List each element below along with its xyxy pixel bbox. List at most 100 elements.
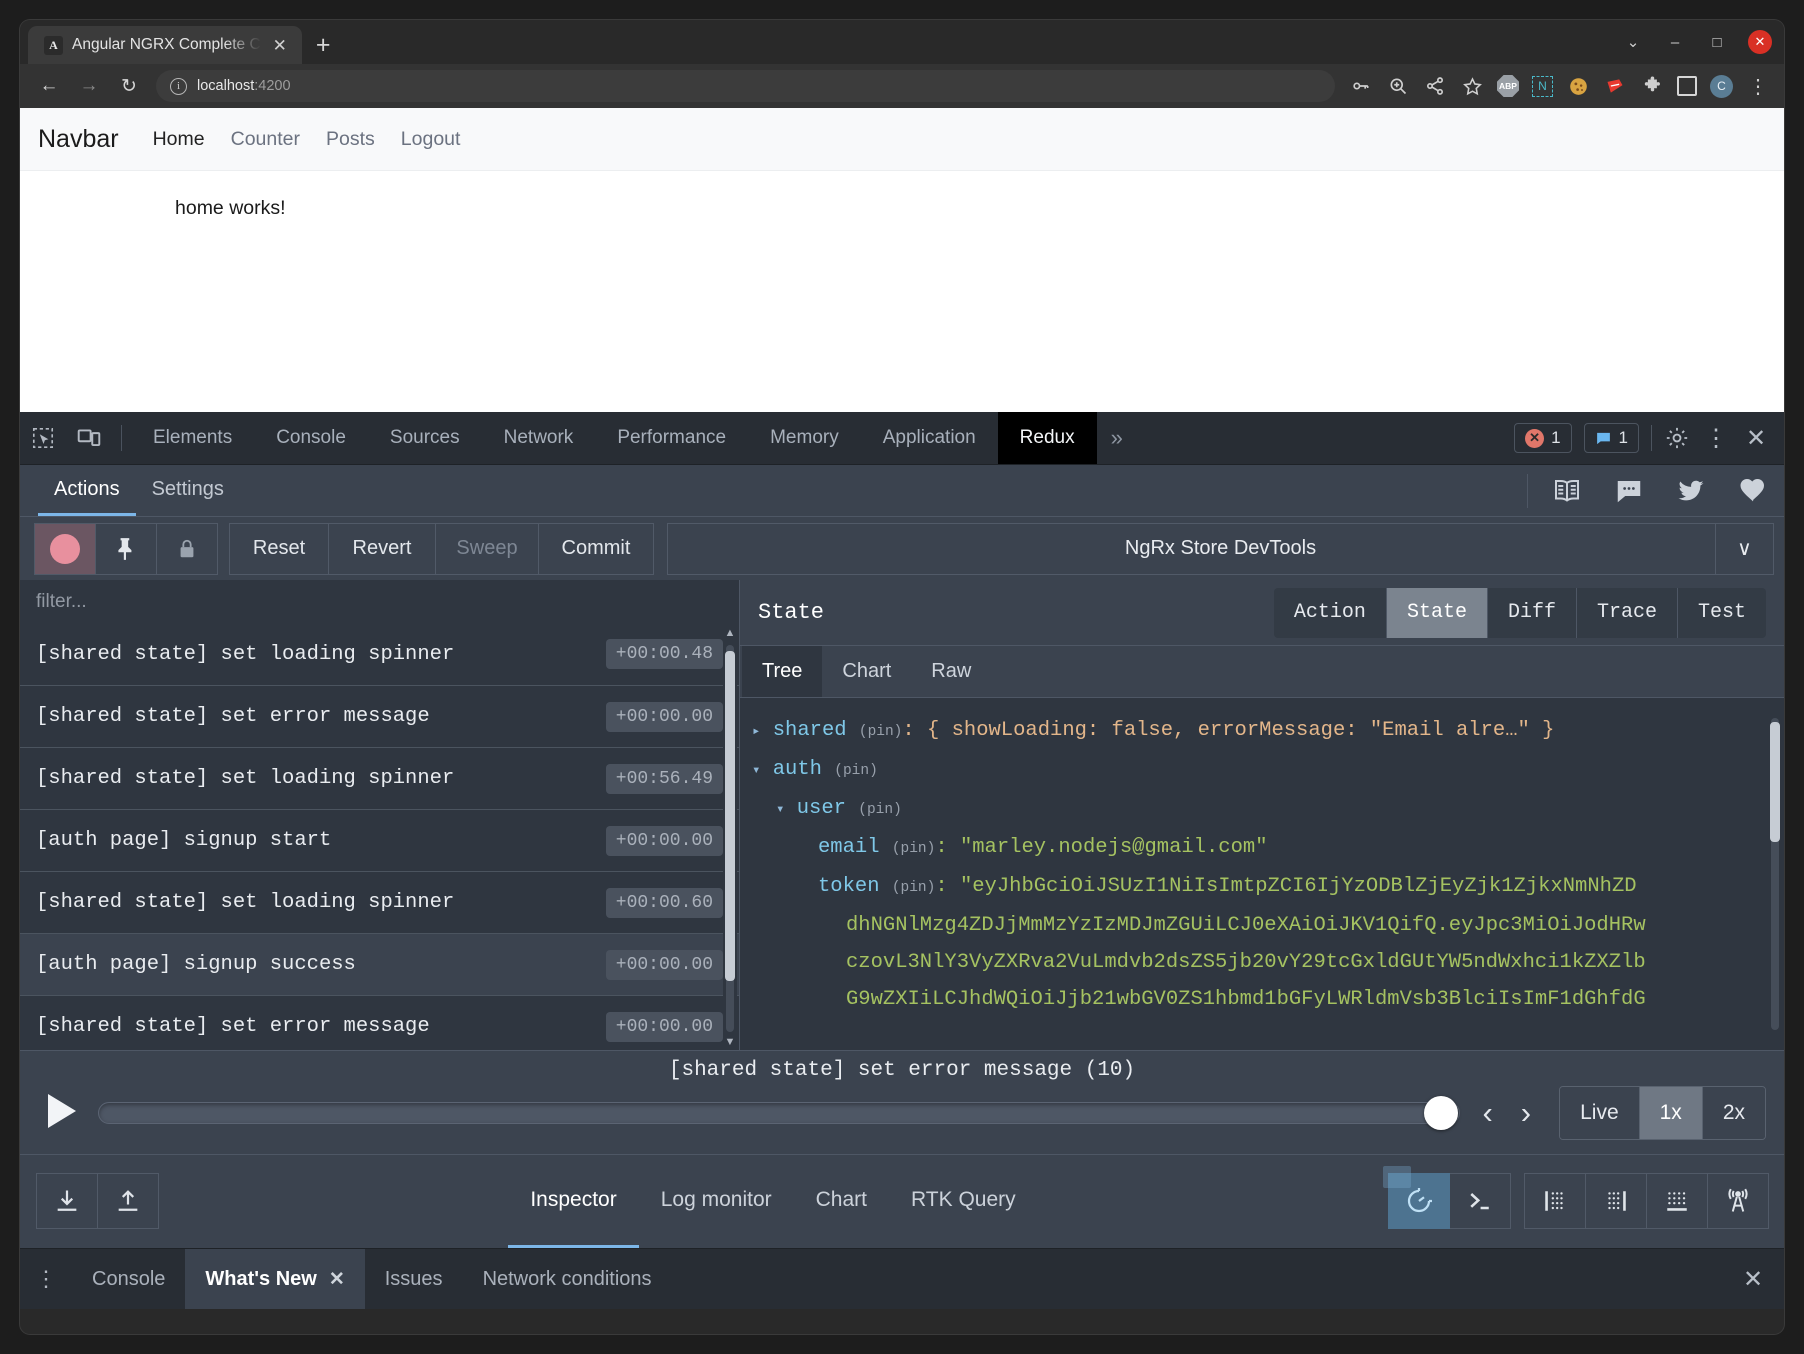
monitor-tab-chart[interactable]: Chart <box>794 1155 889 1248</box>
broadcast-icon[interactable] <box>1707 1173 1769 1229</box>
next-action-icon[interactable]: › <box>1515 1095 1537 1131</box>
tab-search-chevron-icon[interactable]: ⌄ <box>1622 31 1644 53</box>
subtab-raw[interactable]: Raw <box>911 646 991 697</box>
state-tree-scrollbar[interactable] <box>1768 702 1782 1046</box>
collapse-arrow-icon[interactable]: ▾ <box>776 802 784 818</box>
tab-actions[interactable]: Actions <box>38 465 136 516</box>
scroll-up-icon[interactable]: ▲ <box>723 627 737 639</box>
segment-trace[interactable]: Trace <box>1577 588 1678 638</box>
sidepanel-icon[interactable] <box>1677 76 1697 96</box>
error-count-badge[interactable]: ✕ 1 <box>1514 423 1571 453</box>
new-tab-button[interactable]: + <box>316 33 331 58</box>
action-row[interactable]: [auth page] signup start +00:00.00 <box>20 809 739 871</box>
chevron-down-icon[interactable]: ∨ <box>1715 524 1773 574</box>
close-drawer-icon[interactable]: ✕ <box>1738 1265 1768 1294</box>
scrollbar-thumb[interactable] <box>1770 722 1780 842</box>
site-info-icon[interactable]: i <box>170 78 187 95</box>
pin-label[interactable]: (pin) <box>859 724 903 740</box>
address-bar[interactable]: i localhost:4200 <box>156 70 1335 102</box>
dock-bottom-icon[interactable] <box>1646 1173 1708 1229</box>
minimize-button[interactable]: – <box>1664 31 1686 53</box>
actions-scrollbar[interactable]: ▲ ▼ <box>723 623 737 1049</box>
adblock-plus-icon[interactable]: ABP <box>1497 75 1519 97</box>
tab-performance[interactable]: Performance <box>595 412 748 464</box>
device-toolbar-icon[interactable] <box>66 412 112 464</box>
filter-box[interactable] <box>20 580 739 623</box>
heart-icon[interactable] <box>1722 465 1784 517</box>
close-tab-icon[interactable]: ✕ <box>270 35 290 56</box>
profile-avatar[interactable]: C <box>1710 75 1733 98</box>
more-tabs-icon[interactable]: » <box>1097 412 1137 464</box>
tab-memory[interactable]: Memory <box>748 412 861 464</box>
pin-label[interactable]: (pin) <box>834 763 878 779</box>
devtools-menu-icon[interactable]: ⋮ <box>1702 424 1730 453</box>
chat-icon[interactable] <box>1598 465 1660 517</box>
bookmark-star-icon[interactable] <box>1460 74 1484 98</box>
reload-icon[interactable]: ↻ <box>112 70 146 102</box>
notion-icon[interactable]: N <box>1532 76 1553 97</box>
subtab-chart[interactable]: Chart <box>822 646 911 697</box>
tab-network[interactable]: Network <box>482 412 596 464</box>
action-row[interactable]: [shared state] set loading spinner +00:5… <box>20 747 739 809</box>
close-devtools-icon[interactable]: ✕ <box>1742 424 1770 453</box>
cookie-icon[interactable] <box>1566 74 1590 98</box>
action-row[interactable]: [shared state] set loading spinner +00:0… <box>20 871 739 933</box>
instance-select[interactable]: NgRx Store DevTools ∨ <box>667 523 1774 575</box>
pin-label[interactable]: (pin) <box>892 841 936 857</box>
monitor-tab-rtk-query[interactable]: RTK Query <box>889 1155 1038 1248</box>
speed-2x[interactable]: 2x <box>1703 1087 1765 1139</box>
scroll-down-icon[interactable]: ▼ <box>723 1036 737 1048</box>
subtab-tree[interactable]: Tree <box>742 646 822 697</box>
message-count-badge[interactable]: 1 <box>1584 423 1639 453</box>
ticket-icon[interactable] <box>1603 74 1627 98</box>
action-row[interactable]: [shared state] set error message +00:00.… <box>20 995 739 1049</box>
previous-action-icon[interactable]: ‹ <box>1476 1095 1498 1131</box>
record-button[interactable] <box>34 523 96 575</box>
revert-button[interactable]: Revert <box>328 523 436 575</box>
close-window-button[interactable]: ✕ <box>1748 30 1772 54</box>
tab-console[interactable]: Console <box>254 412 368 464</box>
tab-redux-settings[interactable]: Settings <box>136 465 240 516</box>
filter-input[interactable] <box>36 591 723 613</box>
sweep-button[interactable]: Sweep <box>435 523 539 575</box>
close-drawer-tab-icon[interactable]: ✕ <box>329 1268 345 1291</box>
nav-link-counter[interactable]: Counter <box>231 128 300 151</box>
forward-icon[interactable]: → <box>72 70 106 102</box>
nav-link-home[interactable]: Home <box>153 128 205 151</box>
nav-link-posts[interactable]: Posts <box>326 128 375 151</box>
commit-button[interactable]: Commit <box>538 523 654 575</box>
timeline-slider[interactable] <box>98 1098 1460 1128</box>
tree-node-auth[interactable]: ▾ auth (pin) <box>742 751 1784 790</box>
slider-knob[interactable] <box>1424 1096 1458 1130</box>
console-icon[interactable] <box>1449 1173 1511 1229</box>
segment-diff[interactable]: Diff <box>1488 588 1577 638</box>
drawer-tab-issues[interactable]: Issues <box>365 1249 463 1309</box>
scrollbar-thumb[interactable] <box>725 651 735 981</box>
collapse-arrow-icon[interactable]: ▾ <box>752 763 760 779</box>
twitter-icon[interactable] <box>1660 465 1722 517</box>
drawer-tab-whats-new[interactable]: What's New ✕ <box>185 1249 364 1309</box>
dock-left-icon[interactable] <box>1524 1173 1586 1229</box>
action-row[interactable]: [auth page] signup success +00:00.00 <box>20 933 739 995</box>
reset-button[interactable]: Reset <box>229 523 329 575</box>
monitor-tab-inspector[interactable]: Inspector <box>508 1155 638 1248</box>
drawer-tab-network-conditions[interactable]: Network conditions <box>463 1249 672 1309</box>
chrome-menu-icon[interactable]: ⋮ <box>1746 74 1770 98</box>
nav-link-logout[interactable]: Logout <box>401 128 461 151</box>
back-icon[interactable]: ← <box>32 70 66 102</box>
maximize-button[interactable]: □ <box>1706 31 1728 53</box>
inspect-element-icon[interactable] <box>20 412 66 464</box>
dock-right-icon[interactable] <box>1585 1173 1647 1229</box>
play-icon[interactable] <box>48 1094 82 1132</box>
segment-action[interactable]: Action <box>1274 588 1387 638</box>
book-icon[interactable] <box>1536 465 1598 517</box>
drawer-menu-icon[interactable]: ⋮ <box>20 1249 72 1309</box>
timeline-icon[interactable] <box>1388 1173 1450 1229</box>
zoom-icon[interactable] <box>1386 74 1410 98</box>
speed-1x[interactable]: 1x <box>1640 1087 1703 1139</box>
pin-label[interactable]: (pin) <box>858 802 902 818</box>
monitor-tab-log-monitor[interactable]: Log monitor <box>639 1155 794 1248</box>
pin-button[interactable] <box>95 523 157 575</box>
action-row[interactable]: [shared state] set loading spinner +00:0… <box>20 623 739 685</box>
segment-test[interactable]: Test <box>1678 588 1766 638</box>
